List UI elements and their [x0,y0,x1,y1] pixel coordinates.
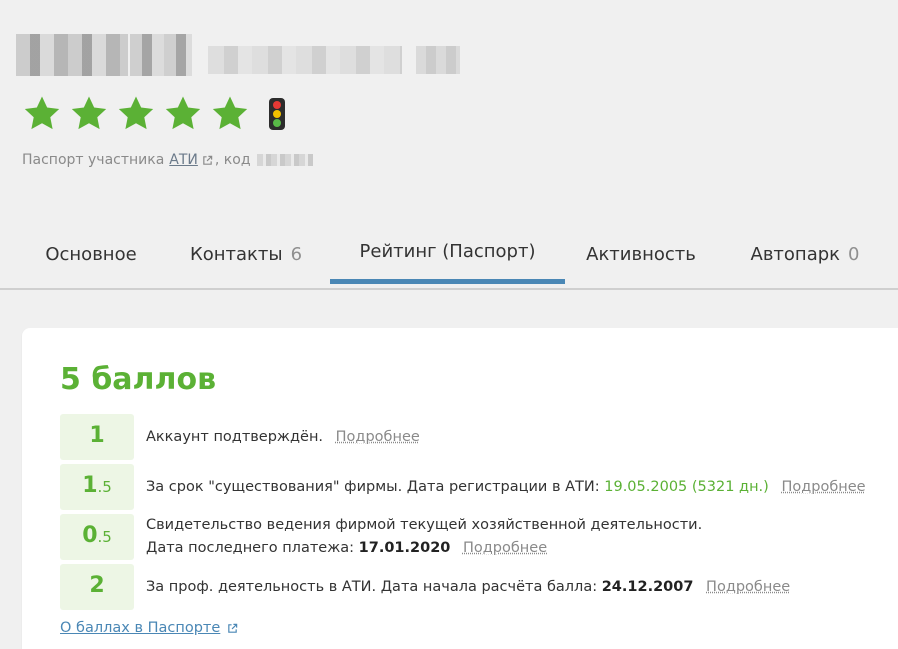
code-label: , код [214,152,251,168]
calculation-start-date: 24.12.2007 [601,578,694,595]
passport-prefix: Паспорт участника [22,152,165,168]
row-text-line1: Свидетельство ведения фирмой текущей хоз… [146,517,703,533]
tab-bar: Основное Контакты 6 Рейтинг (Паспорт) Ак… [0,224,898,290]
score-box: 2 [60,564,134,610]
score-row: 0.5 Свидетельство ведения фирмой текущей… [60,514,702,560]
tab-label: Основное [45,243,137,265]
row-text: Аккаунт подтверждён. [146,428,324,445]
star-icon [163,94,203,134]
more-link[interactable]: Подробнее [781,479,865,495]
row-text: За срок "существования" фирмы. Дата реги… [146,478,600,495]
score-int: 1 [82,473,98,498]
score-box: 0.5 [60,514,134,560]
tab-count: 6 [290,243,303,265]
tab-fleet[interactable]: Автопарк 0 [740,224,870,284]
redacted-name-block [130,34,192,76]
row-text: За проф. деятельность в АТИ. Дата начала… [146,578,598,595]
payment-date: 17.01.2020 [358,540,451,556]
row-text: Дата последнего платежа: [146,540,355,556]
tab-label: Рейтинг (Паспорт) [359,241,536,262]
redacted-name-block [16,34,128,76]
score-row: 1.5 За срок "существования" фирмы. Дата … [60,464,866,510]
more-link[interactable]: Подробнее [336,429,420,445]
about-points-link[interactable]: О баллах в Паспорте [60,620,240,636]
score-description: Свидетельство ведения фирмой текущей хоз… [146,514,702,560]
redacted-name-block [208,46,402,74]
score-row: 1 Аккаунт подтверждён. Подробнее [60,414,420,460]
ati-link[interactable]: АТИ [169,152,198,168]
registration-date: 19.05.2005 (5321 дн.) [604,478,769,495]
redacted-name-block [416,46,460,74]
about-link-label: О баллах в Паспорте [60,620,221,636]
rating-card: 5 баллов 1 Аккаунт подтверждён. Подробне… [22,328,898,649]
score-int: 2 [89,573,105,598]
redacted-code [256,154,313,166]
tab-activity[interactable]: Активность [578,224,704,284]
star-icon [210,94,250,134]
score-frac: .5 [97,528,112,546]
external-link-icon [227,623,238,634]
score-title: 5 баллов [60,362,217,397]
score-box: 1.5 [60,464,134,510]
tab-count: 0 [848,243,860,265]
traffic-light-icon[interactable] [269,98,285,130]
tab-label: Активность [586,243,696,265]
star-icon [116,94,156,134]
more-link[interactable]: Подробнее [706,579,790,595]
score-description: Аккаунт подтверждён. Подробнее [146,426,420,449]
score-int: 0 [82,523,98,548]
traffic-light-red [273,100,281,109]
tab-label: Контакты [189,243,283,265]
external-link-icon [202,155,213,166]
rating-stars [22,94,285,134]
more-link[interactable]: Подробнее [463,540,547,556]
score-description: За проф. деятельность в АТИ. Дата начала… [146,576,790,599]
tab-main[interactable]: Основное [34,224,148,284]
passport-line: Паспорт участника АТИ , код [22,152,313,168]
tab-rating[interactable]: Рейтинг (Паспорт) [330,224,565,284]
score-box: 1 [60,414,134,460]
tab-contacts[interactable]: Контакты 6 [182,224,310,284]
tab-label: Автопарк [750,243,841,265]
score-description: За срок "существования" фирмы. Дата реги… [146,476,866,499]
star-icon [69,94,109,134]
traffic-light-green [273,119,281,128]
score-int: 1 [89,423,105,448]
traffic-light-yellow [273,109,281,118]
star-icon [22,94,62,134]
score-frac: .5 [97,478,112,496]
row-text-line2: Дата последнего платежа: 17.01.2020 Подр… [146,537,702,560]
score-row: 2 За проф. деятельность в АТИ. Дата нача… [60,564,790,610]
